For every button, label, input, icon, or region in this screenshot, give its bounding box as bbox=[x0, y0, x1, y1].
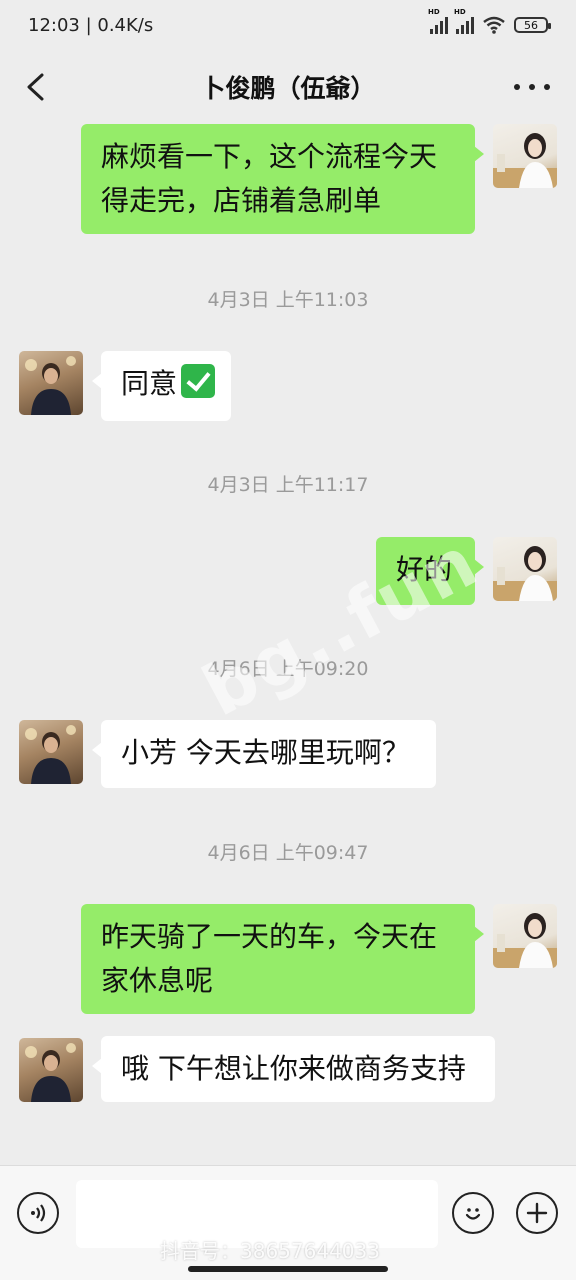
message-bubble-contact[interactable]: 哦 下午想让你来做商务支持 bbox=[92, 1036, 495, 1102]
status-time: 12:03 | 0.4K/s bbox=[28, 14, 154, 36]
chat-title: 卜俊鹏（伍爺） bbox=[200, 74, 376, 103]
avatar-contact[interactable] bbox=[19, 1038, 83, 1102]
message-bubble-contact[interactable]: 同意 bbox=[91, 351, 232, 421]
signal-icon: HD bbox=[454, 8, 474, 34]
signal-icon: HD bbox=[428, 8, 448, 34]
message-text: 同意 bbox=[121, 367, 178, 400]
back-button[interactable] bbox=[20, 69, 52, 105]
more-button[interactable] bbox=[514, 69, 550, 105]
nav-bar: 卜俊鹏（伍爺） bbox=[0, 55, 576, 119]
plus-icon bbox=[526, 1202, 548, 1224]
battery-icon: 56 bbox=[514, 17, 551, 33]
voice-icon bbox=[31, 1204, 46, 1222]
status-icons: HD HD 56 bbox=[428, 8, 551, 34]
avatar-contact[interactable] bbox=[19, 720, 83, 784]
check-mark-emoji-icon bbox=[181, 364, 216, 398]
home-indicator[interactable] bbox=[188, 1266, 388, 1272]
message-bubble-contact[interactable]: 小芳 今天去哪里玩啊？ bbox=[92, 720, 436, 788]
voice-button[interactable] bbox=[17, 1192, 59, 1234]
timestamp: 4月3日 上午11:03 bbox=[207, 289, 369, 311]
more-dots-icon bbox=[514, 84, 520, 90]
message-bubble-me[interactable]: 昨天骑了一天的车，今天在家休息呢 bbox=[81, 904, 484, 1014]
emoji-button[interactable] bbox=[452, 1192, 494, 1234]
avatar-me[interactable] bbox=[493, 124, 557, 188]
add-button[interactable] bbox=[516, 1192, 558, 1234]
timestamp: 4月6日 上午09:47 bbox=[207, 842, 369, 864]
avatar-me[interactable] bbox=[493, 904, 557, 968]
message-bubble-me[interactable]: 麻烦看一下，这个流程今天得走完，店铺着急刷单 bbox=[81, 124, 484, 234]
status-bar: 12:03 | 0.4K/s HD HD 56 bbox=[0, 0, 576, 50]
chevron-left-icon bbox=[27, 73, 44, 101]
timestamp: 4月3日 上午11:17 bbox=[207, 474, 369, 496]
wifi-icon bbox=[483, 16, 505, 34]
avatar-contact[interactable] bbox=[19, 351, 83, 415]
footer-watermark: 抖音号：38657644033 bbox=[160, 1239, 380, 1263]
smiley-icon bbox=[465, 1208, 481, 1220]
avatar-me[interactable] bbox=[493, 537, 557, 601]
